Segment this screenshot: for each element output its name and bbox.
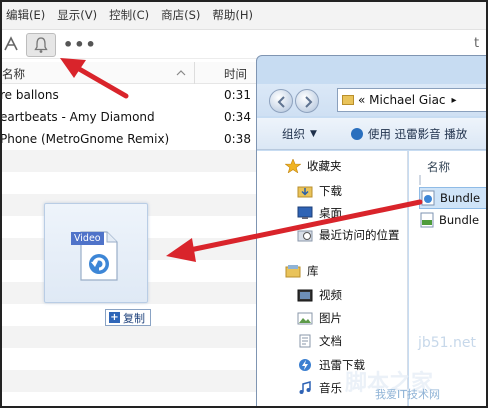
tools-icon[interactable] [2,34,20,54]
track-title: Phone (MetroGnome Remix) [0,132,170,146]
video-file-icon [421,190,435,206]
notifications-button[interactable] [26,33,56,57]
nav-label: 下载 [319,184,342,198]
video-library-icon [297,289,313,302]
back-button[interactable] [269,89,293,113]
nav-item-pictures[interactable]: 图片 [257,307,407,329]
explorer-navigation-bar: « Michael Giac ▸ [257,84,488,116]
nav-label: 音乐 [319,381,342,395]
column-divider [419,175,421,185]
nav-item-libraries[interactable]: 库 [257,260,407,282]
nav-label: 最近访问的位置 [319,228,400,242]
plus-icon: + [109,312,120,323]
music-library-icon [299,381,311,394]
nav-item-favorites[interactable]: 收藏夹 [257,155,407,177]
copy-label: 复制 [123,311,145,325]
empty-row [0,172,260,194]
column-header-name[interactable]: 名称 [427,159,450,175]
track-title: eartbeats - Amy Diamond [0,110,155,124]
empty-row [0,370,260,392]
file-name: Bundle [439,213,480,227]
menu-view[interactable]: 显示(V) [57,7,97,23]
nav-label: 库 [307,264,319,278]
library-icon [285,265,301,278]
recent-places-icon [297,230,313,242]
track-row[interactable]: eartbeats - Amy Diamond 0:34 [0,106,260,128]
watermark-site: 我爱IT技术网 [375,388,440,401]
nav-item-downloads[interactable]: 下载 [257,180,407,202]
organize-button[interactable]: 组织 [282,126,305,142]
menu-edit[interactable]: 编辑(E) [6,7,45,23]
track-title: re ballons [0,88,59,102]
track-time: 0:31 [224,88,251,102]
nav-item-documents[interactable]: 文档 [257,330,407,352]
thunder-player-icon [350,127,363,140]
bell-icon [34,37,48,53]
toolbar-right-label: t [474,36,480,51]
more-options-button[interactable]: ••• [63,35,97,54]
menu-control[interactable]: 控制(C) [109,7,149,23]
desktop-icon [297,206,313,219]
nav-label: 图片 [319,311,342,325]
file-name: Bundle [440,191,481,205]
chevron-down-icon: ▼ [310,128,317,139]
pictures-library-icon [297,312,313,325]
drag-preview: Video [44,203,148,303]
menu-store[interactable]: 商店(S) [161,7,200,23]
download-folder-icon [297,186,313,198]
track-list-header: 名称 时间 [0,62,260,84]
command-bar: 组织 ▼ 使用 迅雷影音 播放 [257,118,488,150]
forward-arrow-icon [305,96,313,108]
address-bar[interactable]: « Michael Giac ▸ [337,88,488,112]
column-header-name[interactable]: 名称 [2,66,25,82]
explorer-window: « Michael Giac ▸ 组织 ▼ 使用 迅雷影音 播放 收藏夹 下载 … [256,55,488,408]
track-time: 0:38 [224,132,251,146]
folder-icon [342,95,354,105]
empty-row [0,150,260,172]
mp3-file-icon [420,212,434,228]
file-item[interactable]: Bundle [419,209,488,231]
nav-item-recent[interactable]: 最近访问的位置 [257,224,407,246]
file-type-label: Video [71,232,104,245]
documents-library-icon [299,334,311,348]
empty-row [0,348,260,370]
track-row[interactable]: re ballons 0:31 [0,84,260,106]
nav-label: 文档 [319,334,342,348]
back-arrow-icon [277,96,285,108]
copy-badge: + 复制 [105,309,151,326]
nav-label: 桌面 [319,206,342,220]
watermark-url: jb51.net [418,335,477,351]
empty-row [0,326,260,348]
track-time: 0:34 [224,110,251,124]
file-item-selected[interactable]: Bundle [419,187,488,209]
star-icon [285,159,301,173]
sort-chevron-icon[interactable] [175,63,187,83]
menu-bar: 编辑(E) 显示(V) 控制(C) 商店(S) 帮助(H) [0,0,488,30]
column-divider [194,62,195,84]
nav-label: 收藏夹 [307,159,342,173]
nav-label: 视频 [319,288,342,302]
thunder-download-icon [299,359,311,371]
forward-button[interactable] [295,89,319,113]
menu-help[interactable]: 帮助(H) [212,7,253,23]
nav-item-videos[interactable]: 视频 [257,284,407,306]
address-path: « Michael Giac [358,93,446,107]
track-row[interactable]: Phone (MetroGnome Remix) 0:38 [0,128,260,150]
column-header-time[interactable]: 时间 [224,66,247,82]
address-chevron-icon[interactable]: ▸ [452,95,457,106]
nav-item-desktop[interactable]: 桌面 [257,202,407,224]
play-with-button[interactable]: 使用 迅雷影音 播放 [368,126,467,142]
